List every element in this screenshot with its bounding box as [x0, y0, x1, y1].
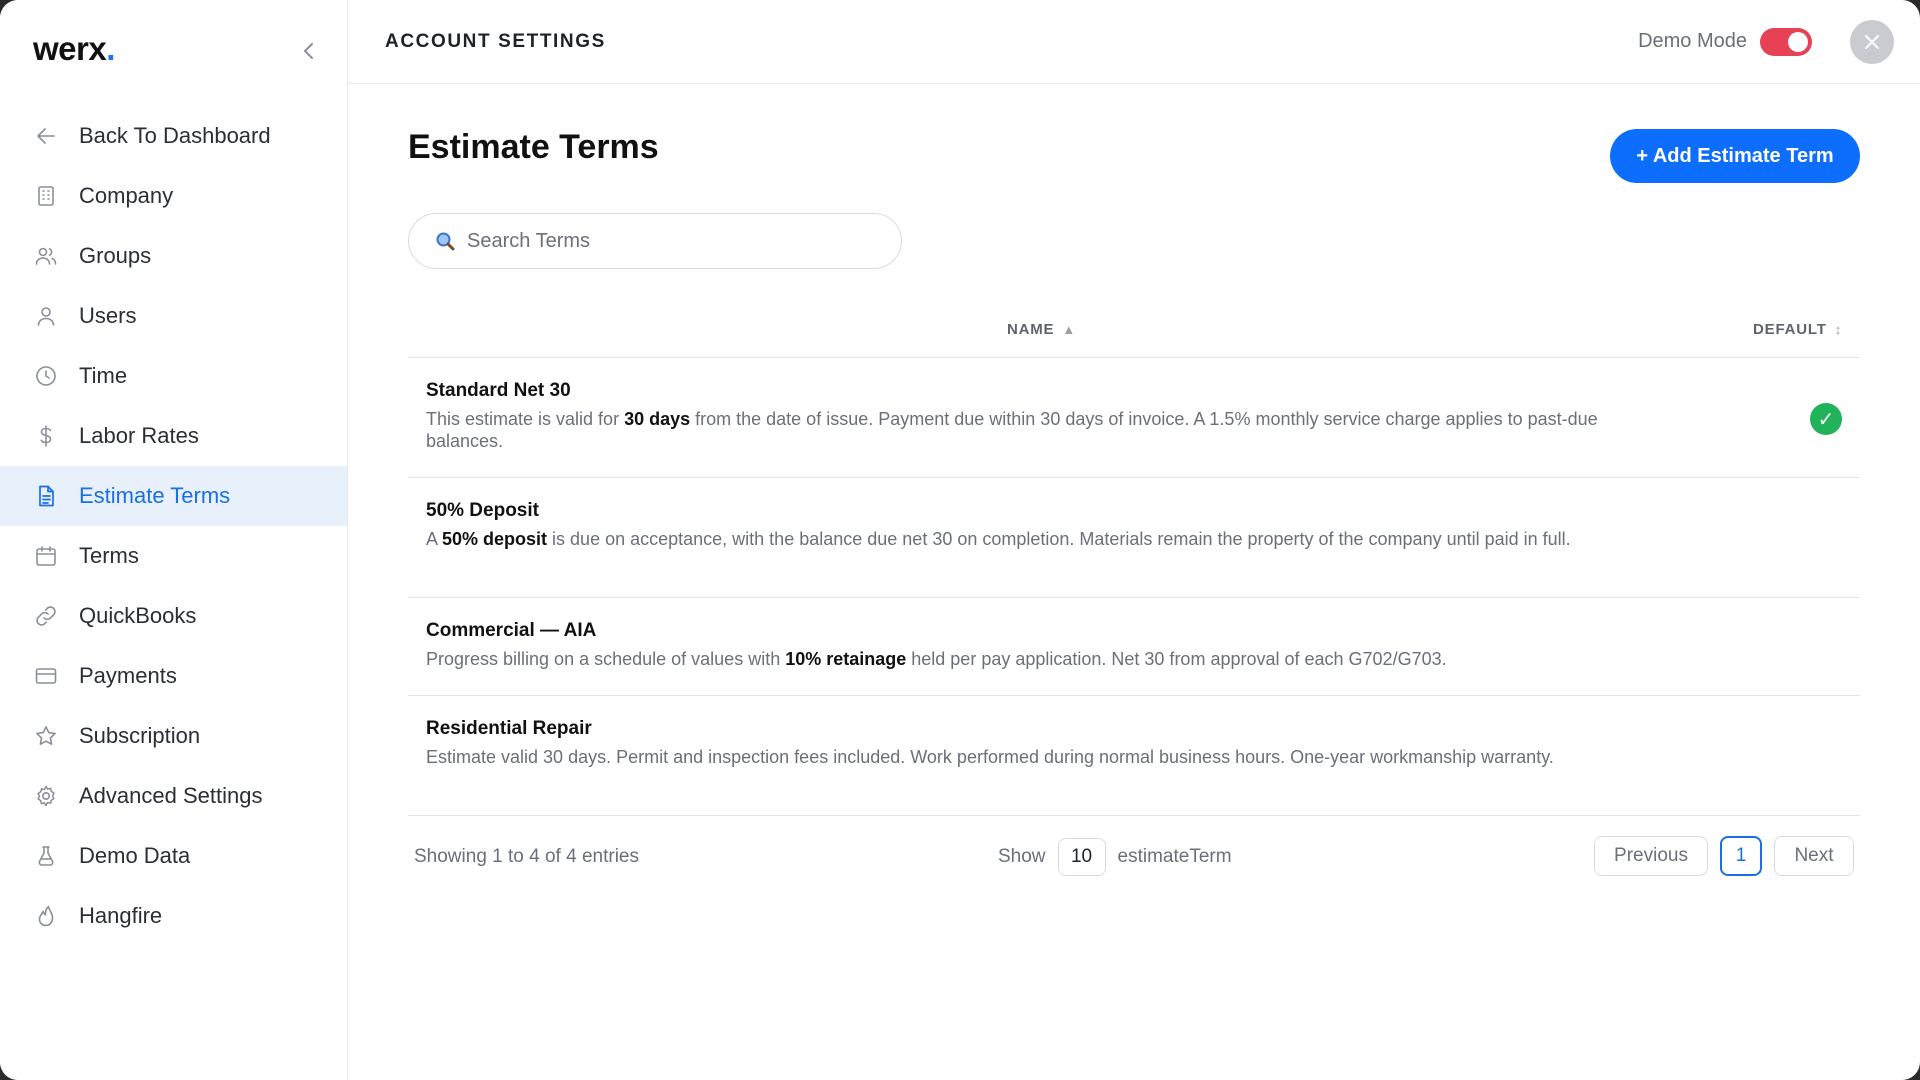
term-description: Progress billing on a schedule of values…	[426, 649, 1447, 669]
flask-icon	[33, 843, 59, 869]
sidebar-item-groups[interactable]: Groups	[0, 226, 347, 286]
sidebar-item-label: Terms	[79, 543, 139, 568]
star-icon	[33, 723, 59, 749]
top-bar: ACCOUNT SETTINGS Demo Mode	[348, 0, 1920, 84]
search-input[interactable]	[465, 228, 869, 254]
sidebar-item-label: Hangfire	[79, 903, 163, 928]
search-box	[408, 213, 902, 269]
estimate-terms-table: NAME ▲ DEFAULT ↕ Standard Net 30 This esti…	[408, 312, 1860, 816]
table-row[interactable]: Residential Repair Estimate valid 30 day…	[408, 696, 1860, 816]
pagination: Previous 1 Next	[1582, 836, 1854, 876]
sidebar-item-label: Groups	[79, 243, 152, 268]
sidebar-item-label: QuickBooks	[79, 603, 197, 628]
flame-icon	[33, 903, 59, 929]
column-header-default[interactable]: DEFAULT ↕	[1753, 321, 1842, 338]
default-check-icon: ✓	[1810, 403, 1842, 435]
users-icon	[33, 243, 59, 269]
collapse-sidebar-button[interactable]	[296, 38, 322, 64]
sidebar-item-time[interactable]: Time	[0, 346, 347, 406]
settings-nav: Back To Dashboard Company Groups Users T…	[0, 106, 347, 946]
sidebar-item-label: Subscription	[79, 723, 201, 748]
sidebar: werx. Back To Dashboard Company Groups U…	[0, 0, 348, 1080]
sidebar-item-label: Payments	[79, 663, 177, 688]
table-header: NAME ▲ DEFAULT ↕	[408, 312, 1860, 358]
credit-card-icon	[33, 663, 59, 689]
chevron-left-icon	[304, 43, 313, 59]
sidebar-item-demo-data[interactable]: Demo Data	[0, 826, 347, 886]
main-content: Estimate Terms + Add Estimate Term NAME▲…	[348, 84, 1920, 1080]
user-icon	[33, 303, 59, 329]
sidebar-item-hangfire[interactable]: Hangfire	[0, 886, 347, 946]
page-size-select[interactable]: 10	[1057, 838, 1106, 876]
dollar-icon	[33, 423, 59, 449]
sidebar-item-label: Back To Dashboard	[79, 123, 271, 148]
term-description: Estimate valid 30 days. Permit and inspe…	[426, 747, 1554, 767]
term-name: 50% Deposit	[426, 500, 539, 521]
table-row[interactable]: Standard Net 30 This estimate is valid f…	[408, 358, 1860, 478]
arrow-left-icon	[33, 123, 59, 149]
close-button[interactable]	[1850, 20, 1894, 64]
sidebar-item-back-to-dashboard[interactable]: Back To Dashboard	[0, 106, 347, 166]
demo-mode-toggle[interactable]	[1760, 28, 1812, 56]
app-logo[interactable]: werx.	[33, 30, 115, 68]
clock-icon	[33, 363, 59, 389]
link-icon	[33, 603, 59, 629]
sidebar-item-company[interactable]: Company	[0, 166, 347, 226]
app-window: werx. Back To Dashboard Company Groups U…	[0, 0, 1920, 1080]
sort-icon: ↕	[1834, 322, 1842, 337]
search-icon	[436, 232, 455, 251]
table-row[interactable]: Commercial — AIA Progress billing on a s…	[408, 598, 1860, 696]
sidebar-item-payments[interactable]: Payments	[0, 646, 347, 706]
calendar-icon	[33, 543, 59, 569]
table-row[interactable]: 50% Deposit A 50% deposit is due on acce…	[408, 478, 1860, 598]
page-title: Estimate Terms	[408, 128, 659, 166]
previous-page-button[interactable]: Previous	[1594, 836, 1708, 876]
sidebar-item-label: Time	[79, 363, 128, 388]
term-name: Commercial — AIA	[426, 620, 597, 641]
entries-count: Showing 1 to 4 of 4 entries	[414, 846, 639, 867]
gear-icon	[33, 783, 59, 809]
term-description: This estimate is valid for 30 days from …	[426, 409, 1598, 451]
term-description: A 50% deposit is due on acceptance, with…	[426, 529, 1571, 549]
sidebar-item-subscription[interactable]: Subscription	[0, 706, 347, 766]
next-page-button[interactable]: Next	[1774, 836, 1854, 876]
sidebar-item-label: Demo Data	[79, 843, 191, 868]
document-icon	[33, 483, 59, 509]
sidebar-item-advanced-settings[interactable]: Advanced Settings	[0, 766, 347, 826]
close-icon	[1865, 35, 1879, 49]
sidebar-item-label: Estimate Terms	[79, 483, 231, 508]
add-estimate-term-button[interactable]: + Add Estimate Term	[1610, 129, 1860, 183]
page-size-control: Show 10 estimateTerm	[998, 836, 1232, 878]
sidebar-item-labor-rates[interactable]: Labor Rates	[0, 406, 347, 466]
page-button-current[interactable]: 1	[1720, 836, 1762, 876]
term-name: Standard Net 30	[426, 380, 571, 401]
sidebar-item-estimate-terms[interactable]: Estimate Terms	[0, 466, 347, 526]
toggle-knob	[1788, 32, 1808, 52]
sidebar-item-terms[interactable]: Terms	[0, 526, 347, 586]
column-header-name[interactable]: NAME ▲	[1007, 321, 1076, 338]
demo-mode-label: Demo Mode	[1638, 30, 1747, 52]
show-label: Show	[998, 846, 1046, 867]
sidebar-item-label: Users	[79, 303, 137, 328]
sidebar-item-label: Company	[79, 183, 174, 208]
table-footer: Showing 1 to 4 of 4 entries Show 10 esti…	[408, 836, 1860, 878]
sidebar-item-quickbooks[interactable]: QuickBooks	[0, 586, 347, 646]
sort-ascending-icon: ▲	[1062, 322, 1077, 337]
page-section-title: ACCOUNT SETTINGS	[385, 31, 606, 52]
sidebar-item-users[interactable]: Users	[0, 286, 347, 346]
term-name: Residential Repair	[426, 718, 592, 739]
page-size-suffix: estimateTerm	[1117, 846, 1232, 867]
building-icon	[33, 183, 59, 209]
sidebar-item-label: Advanced Settings	[79, 783, 263, 808]
sidebar-item-label: Labor Rates	[79, 423, 199, 448]
